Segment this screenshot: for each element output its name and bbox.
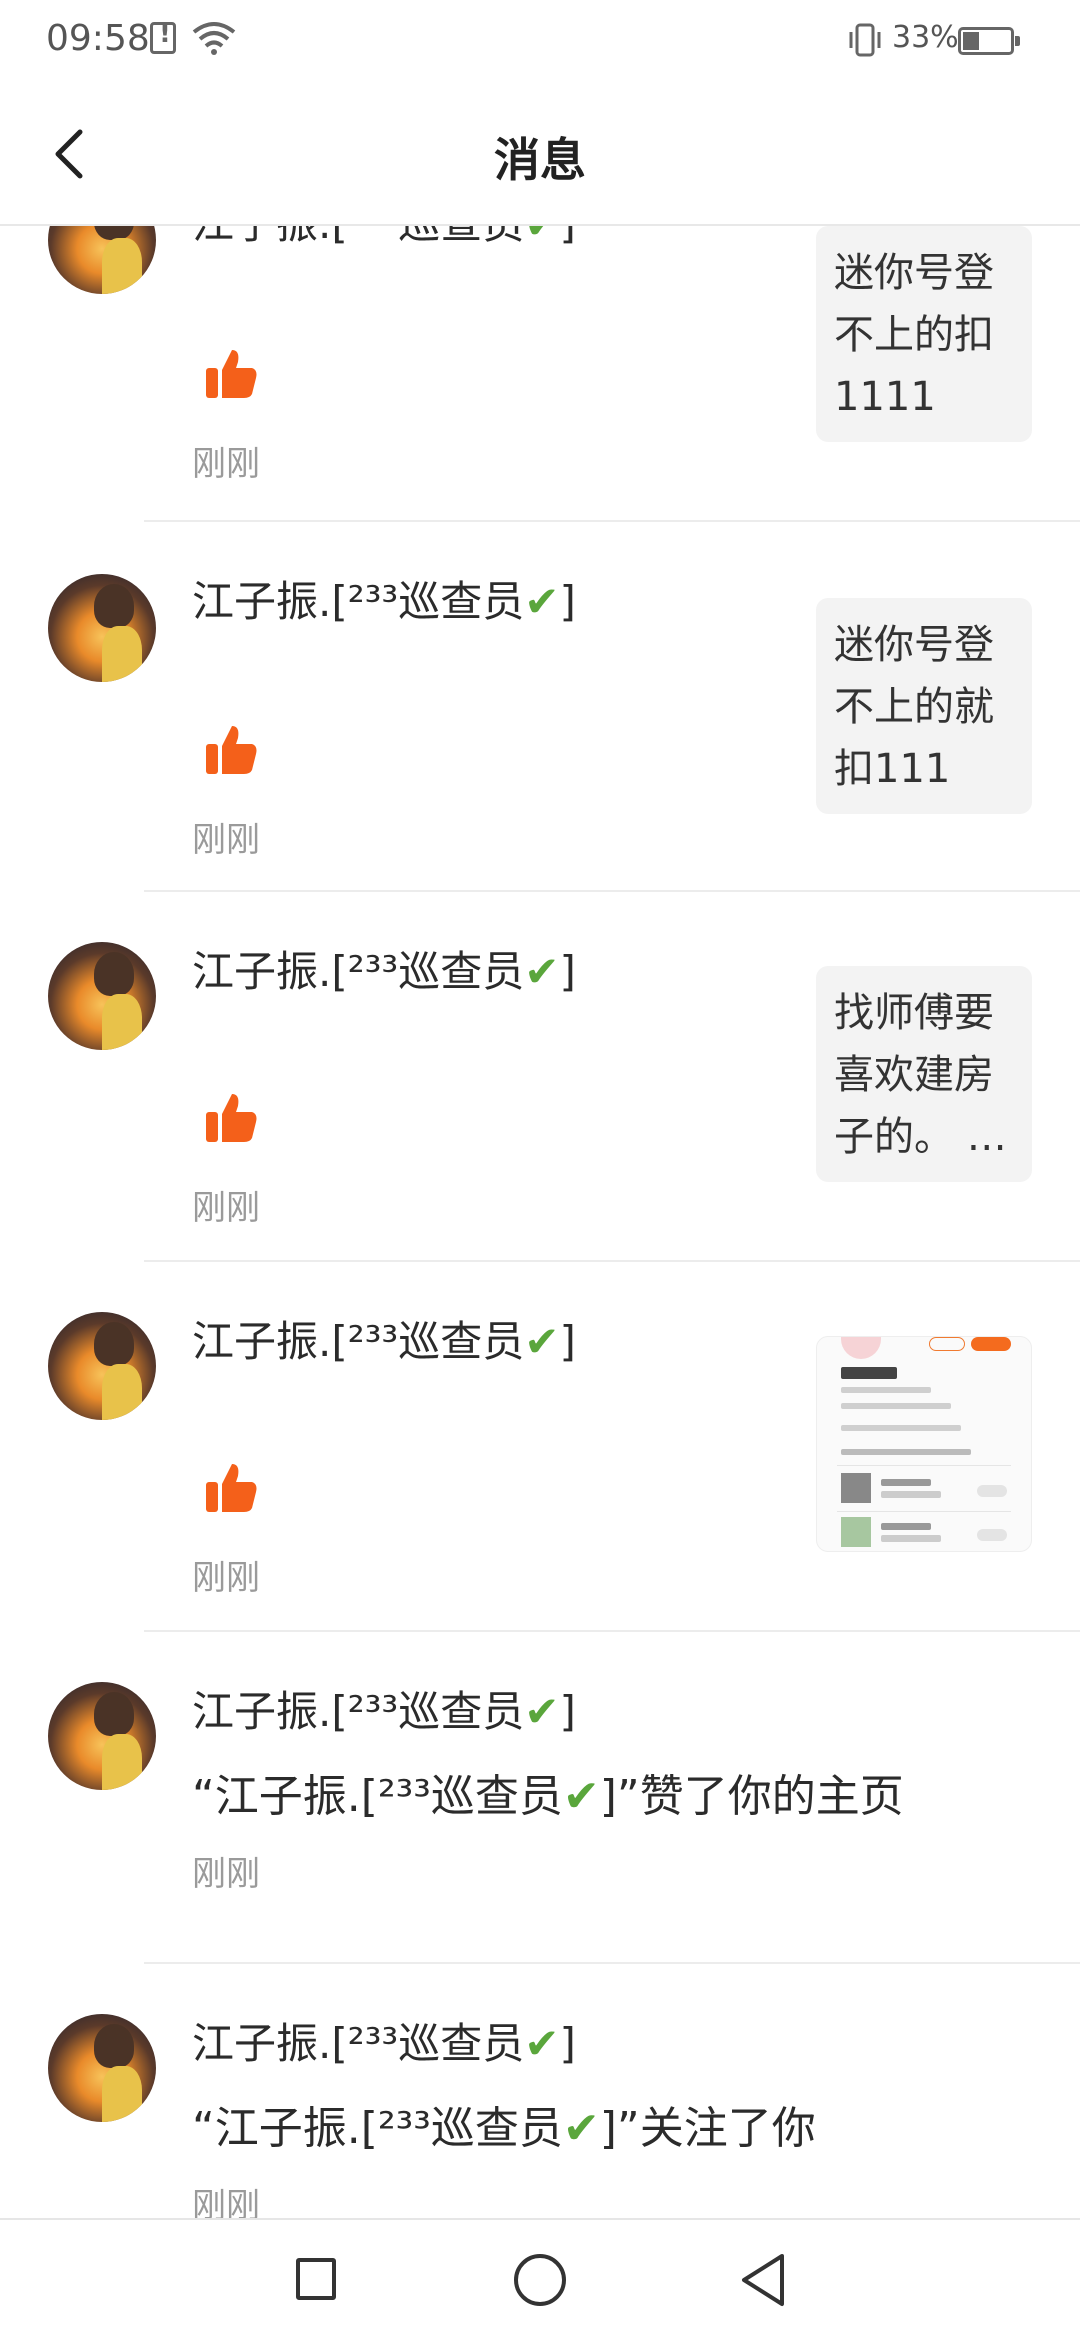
status-bar: 09:58 33%: [0, 0, 1080, 84]
avatar[interactable]: [48, 574, 156, 682]
check-icon: ✔: [562, 2103, 600, 2154]
thumbnail-separator: [837, 1511, 1011, 1512]
check-icon: ✔: [524, 947, 560, 996]
notification-list[interactable]: 江子振.[²³³巡查员✔] 刚刚 迷你号登 不上的扣 1111 江子振.[²³³…: [0, 226, 1080, 2218]
check-icon: ✔: [562, 1771, 600, 1822]
avatar[interactable]: [48, 942, 156, 1050]
time-label: 刚刚: [192, 2186, 260, 2218]
page-title: 消息: [494, 133, 586, 187]
thumbnail-name: [841, 1367, 897, 1379]
avatar[interactable]: [48, 226, 156, 294]
username[interactable]: 江子振.[²³³巡查员✔]: [192, 2010, 576, 2071]
notification-item[interactable]: 江子振.[²³³巡查员✔] “江子振.[²³³巡查员✔]”关注了你 刚刚: [0, 1964, 1080, 2218]
screenshot-thumbnail[interactable]: [816, 1336, 1032, 1552]
thumbnail-item-image: [841, 1517, 871, 1547]
thumbnail-text-line: [881, 1523, 931, 1530]
system-nav-bar: [0, 2218, 1080, 2340]
wifi-icon: [192, 22, 236, 55]
thumbnail-action-button: [971, 1337, 1011, 1351]
thumbs-up-icon: [206, 1464, 257, 1512]
check-icon: ✔: [524, 577, 560, 626]
notification-message: “江子振.[²³³巡查员✔]”赞了你的主页: [192, 1771, 904, 1822]
notification-message: “江子振.[²³³巡查员✔]”关注了你: [192, 2103, 816, 2154]
username[interactable]: 江子振.[²³³巡查员✔]: [192, 938, 576, 999]
notification-item[interactable]: 江子振.[²³³巡查员✔] 刚刚 迷你号登 不上的就 扣111: [0, 522, 1080, 890]
recent-apps-icon[interactable]: [296, 2258, 336, 2300]
quoted-post-card[interactable]: 迷你号登 不上的就 扣111: [816, 598, 1032, 814]
thumbnail-text-line: [841, 1403, 951, 1409]
time-label: 刚刚: [192, 444, 260, 484]
check-icon: ✔: [524, 1687, 560, 1736]
quoted-post-card[interactable]: 迷你号登 不上的扣 1111: [816, 226, 1032, 442]
thumbnail-text-line: [841, 1425, 961, 1431]
check-icon: ✔: [524, 1317, 560, 1366]
thumbnail-follow-status: [929, 1337, 965, 1351]
thumbnail-text-line: [841, 1387, 931, 1393]
time-label: 刚刚: [192, 1188, 260, 1228]
thumbnail-avatar: [841, 1337, 881, 1359]
time-label: 刚刚: [192, 1558, 260, 1598]
header: 消息: [0, 84, 1080, 226]
back-icon[interactable]: [738, 2252, 788, 2308]
vibrate-icon: [849, 23, 881, 57]
thumbs-up-icon: [206, 1094, 257, 1142]
thumbnail-separator: [837, 1465, 1011, 1466]
notification-item[interactable]: 江子振.[²³³巡查员✔] 刚刚 找师傅要 喜欢建房 子的。 …: [0, 892, 1080, 1260]
username[interactable]: 江子振.[²³³巡查员✔]: [192, 1678, 576, 1739]
username[interactable]: 江子振.[²³³巡查员✔]: [192, 568, 576, 629]
time-label: 刚刚: [192, 820, 260, 860]
thumbnail-item-image: [841, 1473, 871, 1503]
thumbnail-button: [977, 1529, 1007, 1541]
quoted-post-card[interactable]: 找师傅要 喜欢建房 子的。 …: [816, 966, 1032, 1182]
battery-percent: 33%: [892, 20, 959, 55]
time-label: 刚刚: [192, 1854, 260, 1894]
thumbnail-text-line: [881, 1535, 941, 1542]
notification-item[interactable]: 江子振.[²³³巡查员✔] “江子振.[²³³巡查员✔]”赞了你的主页 刚刚: [0, 1632, 1080, 1964]
notification-item[interactable]: 江子振.[²³³巡查员✔] 刚刚: [0, 1262, 1080, 1630]
thumbs-up-icon: [206, 350, 257, 398]
username[interactable]: 江子振.[²³³巡查员✔]: [192, 226, 576, 251]
home-icon[interactable]: [514, 2254, 566, 2306]
alert-icon: [150, 19, 176, 54]
username[interactable]: 江子振.[²³³巡查员✔]: [192, 1308, 576, 1369]
thumbnail-text-line: [881, 1479, 931, 1486]
thumbnail-button: [977, 1485, 1007, 1497]
status-time: 09:58: [46, 18, 150, 59]
thumbnail-text-line: [881, 1491, 941, 1498]
avatar[interactable]: [48, 1312, 156, 1420]
thumbs-up-icon: [206, 726, 257, 774]
thumbnail-text-line: [841, 1449, 971, 1455]
battery-icon: [958, 27, 1020, 55]
avatar[interactable]: [48, 2014, 156, 2122]
check-icon: ✔: [524, 226, 559, 248]
check-icon: ✔: [524, 2019, 560, 2068]
avatar[interactable]: [48, 1682, 156, 1790]
